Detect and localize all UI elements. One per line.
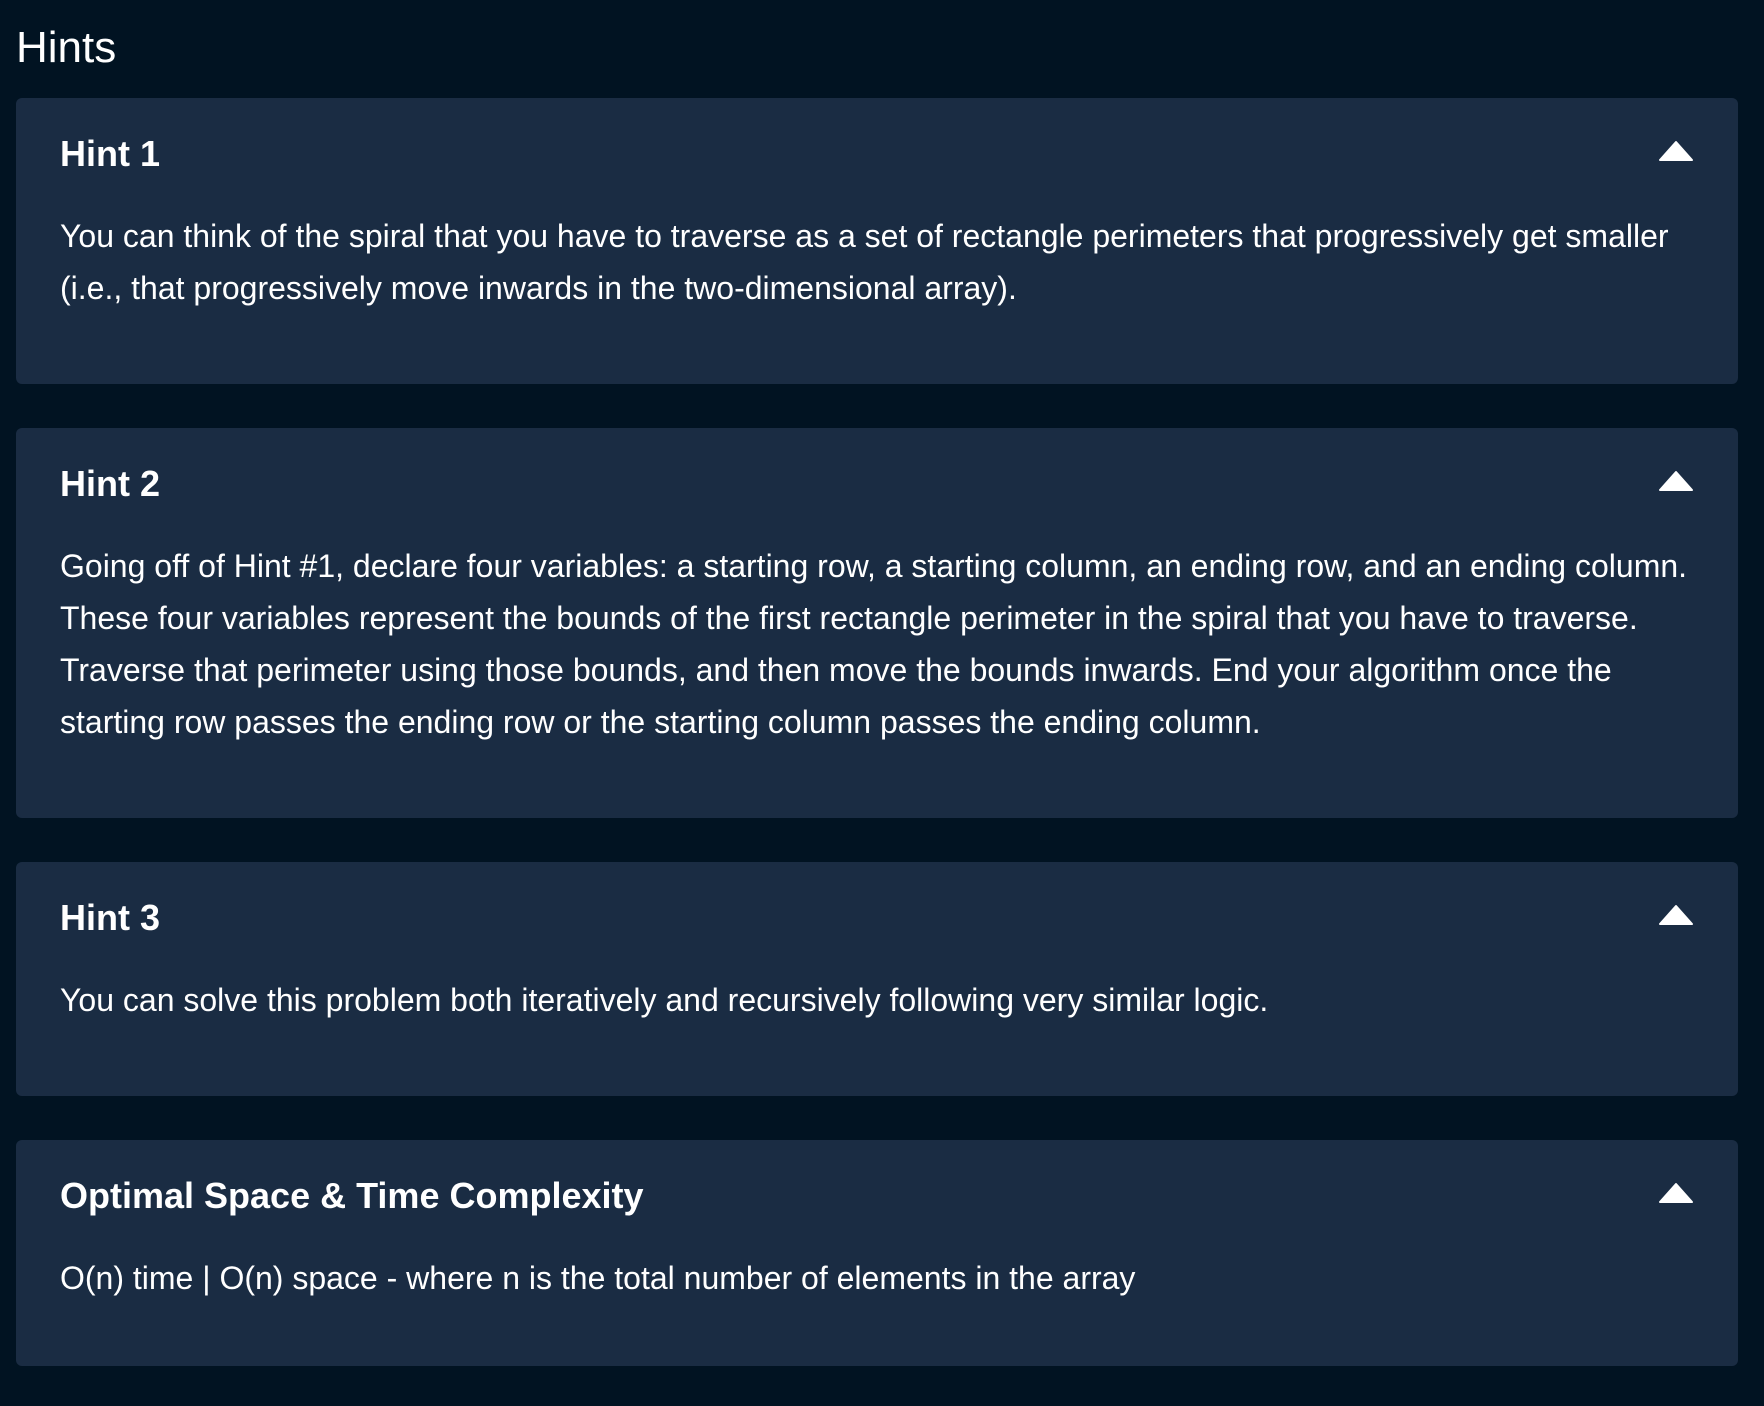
chevron-up-icon[interactable] [1658, 140, 1694, 162]
chevron-up-icon[interactable] [1658, 470, 1694, 492]
chevron-up-icon[interactable] [1658, 904, 1694, 926]
hint-1-title: Hint 1 [60, 133, 161, 174]
hint-1-header[interactable]: Hint 1 [16, 98, 1738, 210]
hint-1-body: You can think of the spiral that you hav… [60, 218, 1669, 306]
page-title: Hints [16, 23, 117, 72]
complexity-title: Optimal Space & Time Complexity [60, 1175, 644, 1216]
complexity-panel: Optimal Space & Time Complexity O(n) tim… [16, 1140, 1738, 1366]
complexity-header[interactable]: Optimal Space & Time Complexity [16, 1140, 1738, 1252]
hint-3-body: You can solve this problem both iterativ… [60, 982, 1269, 1018]
hint-2-header[interactable]: Hint 2 [16, 428, 1738, 540]
hint-2-body: Going off of Hint #1, declare four varia… [60, 548, 1688, 740]
chevron-up-icon[interactable] [1658, 1182, 1694, 1204]
hint-1-panel: Hint 1 You can think of the spiral that … [16, 98, 1738, 384]
hint-2-panel: Hint 2 Going off of Hint #1, declare fou… [16, 428, 1738, 818]
complexity-body: O(n) time | O(n) space - where n is the … [60, 1260, 1136, 1296]
hint-3-panel: Hint 3 You can solve this problem both i… [16, 862, 1738, 1096]
hint-3-header[interactable]: Hint 3 [16, 862, 1738, 974]
hint-2-title: Hint 2 [60, 463, 161, 504]
hint-3-title: Hint 3 [60, 897, 161, 938]
